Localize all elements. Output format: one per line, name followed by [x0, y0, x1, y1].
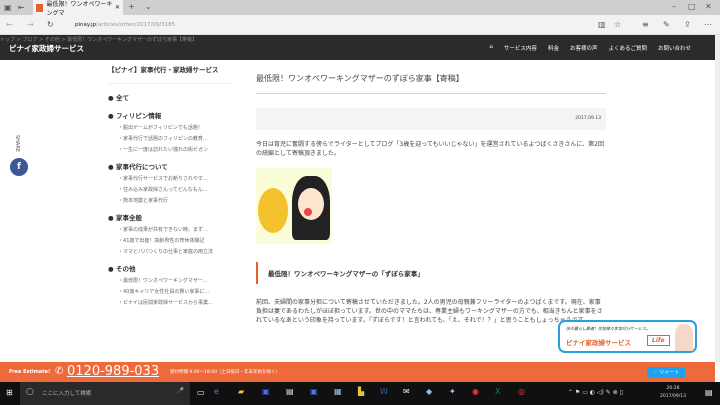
sidebar-link[interactable]: ・熊本地震と家事代行 — [118, 197, 232, 204]
site-favicon — [36, 3, 43, 12]
free-estimate-label: Free Estimate! — [9, 369, 51, 375]
sidebar-link[interactable]: ・一生に一度は訪れたい憧れの街ビガン — [118, 146, 232, 153]
app-icon[interactable]: ▣ — [262, 387, 270, 397]
minimize-icon[interactable]: – — [672, 2, 676, 12]
sidebar-link[interactable]: ・ママとパパつくりの仕事と家庭の両立法 — [118, 248, 232, 255]
sidebar-link[interactable]: ・最低限！ワンオペワーキングマザー... — [118, 277, 232, 284]
chrome-icon[interactable]: ◉ — [472, 387, 479, 397]
app-icon[interactable]: ▦ — [334, 387, 342, 397]
tweet-button[interactable]: 🐦ツイート — [647, 367, 686, 378]
system-tray-icons[interactable]: ⌃ ⚑ ▭ ◐ ◁) ✎ ⊗ ▯ — [568, 388, 623, 398]
edge-icon[interactable]: e — [214, 387, 219, 397]
sidebar-link[interactable]: ・住み込み家政婦さんってどんなもん... — [118, 186, 232, 193]
contact-footer: Free Estimate! ✆ 0120-989-033 受付時間 9:00～… — [0, 362, 715, 382]
back-icon[interactable]: ← — [6, 20, 13, 30]
sidebar-category[interactable]: ● 全て — [108, 92, 232, 102]
sidebar-category[interactable]: ● その他 — [108, 263, 232, 273]
sidebar-link[interactable]: ・家事代行で話題のフィリピンの教育... — [118, 135, 232, 142]
windows-start-icon[interactable]: ⊞ — [6, 388, 13, 398]
word-icon[interactable]: W — [380, 387, 388, 397]
new-tab-icon[interactable]: + — [128, 2, 135, 12]
hub-icon[interactable]: ≡ — [642, 20, 649, 30]
taskbar: ⊞ ○ ここに入力して検索 🎤 ▭ e ▰ ▣ ▤ ▣ ▦ ▙ W ✉ ◆ ✦ ◉ … — [0, 382, 720, 405]
nav-services[interactable]: サービス内容 — [504, 44, 537, 52]
service-banner[interactable]: 余の暮らし最適！住居様々家事代行サービス。 ピナイ家政婦サービス Life — [558, 320, 697, 353]
sidebar-link[interactable]: ・41歳で出産！高齢男性の育休体験記 — [118, 237, 232, 244]
banner-badge: Life — [647, 335, 670, 346]
scrollbar[interactable] — [715, 35, 720, 362]
chevron-down-icon[interactable]: ⌄ — [145, 2, 152, 12]
sidebar-link[interactable]: ・脱出ゲームがフィリピンでも話題！ — [118, 124, 232, 131]
sidebar-link[interactable]: ・家事の成果が共有できない時、まず... — [118, 226, 232, 233]
home-icon[interactable]: ⌂ — [489, 44, 493, 52]
sidebar-link[interactable]: ・40歳キャリア女性社員の賢い家事に... — [118, 288, 232, 295]
article-illustration — [256, 168, 332, 244]
notification-icon[interactable]: ▤ — [705, 388, 713, 398]
breadcrumb: トップ > ブログ > その他 > 最低限！ワンオペワーキングマザーのずぼら家事… — [0, 37, 197, 43]
article-date: 2017.09.13 — [256, 108, 606, 130]
share-widget: SHARE f — [10, 135, 30, 176]
app-icon[interactable]: ▣ — [310, 387, 318, 397]
article-title: 最低限！ワンオペワーキングマザーのずぼら家事【寄稿】 — [256, 66, 606, 94]
browser-tab-bar: ▣ ⇤ 最低限！ワンオペワーキングマ ✕ + ⌄ – □ ✕ — [0, 0, 720, 17]
nav-testimonials[interactable]: お客様の声 — [570, 44, 598, 52]
app-icon[interactable]: ◆ — [426, 387, 432, 397]
section-heading: 最低限！ワンオペワーキングマザーの「ずぼら家事」 — [256, 262, 606, 284]
taskbar-search[interactable]: ○ ここに入力して検索 🎤 — [20, 382, 190, 405]
sidebar-title: 【ピナイ】家事代行・家政婦サービス — [108, 66, 232, 84]
article: 最低限！ワンオペワーキングマザーのずぼら家事【寄稿】 2017.09.13 今日… — [256, 66, 606, 325]
microphone-icon: 🎤 — [177, 388, 184, 394]
site-header: トップ > ブログ > その他 > 最低限！ワンオペワーキングマザーのずぼら家事… — [0, 35, 715, 60]
tab-list-icon[interactable]: ▣ — [4, 3, 12, 13]
close-window-icon[interactable]: ✕ — [705, 2, 712, 12]
article-body: 前回、夫婦間の家事分担について寄稿させていただきました。2人の男児の母親兼フリー… — [256, 299, 603, 324]
excel-icon[interactable]: X — [495, 387, 500, 397]
nav-pricing[interactable]: 料金 — [548, 44, 559, 52]
file-explorer-icon[interactable]: ▰ — [238, 387, 244, 397]
app-icon[interactable]: ◎ — [518, 387, 525, 397]
mail-icon[interactable]: ✉ — [403, 387, 410, 397]
nav-contact[interactable]: お問い合わせ — [658, 44, 691, 52]
sidebar-category[interactable]: ● 家事全般 — [108, 212, 232, 222]
maximize-icon[interactable]: □ — [688, 2, 696, 12]
address-bar: ← → ↻ pinay.jp/articles/other/2017/09/31… — [0, 15, 720, 35]
task-view-icon[interactable]: ▭ — [197, 388, 205, 398]
site-logo[interactable]: ピナイ家政婦サービス — [9, 43, 84, 54]
phone-icon: ✆ — [55, 366, 64, 377]
banner-photo — [675, 324, 693, 351]
share-icon[interactable]: ⇪ — [684, 20, 691, 30]
sidebar: 【ピナイ】家事代行・家政婦サービス ● 全て ● フィリピン情報・脱出ゲームがフィ… — [108, 66, 232, 306]
sidebar-link[interactable]: ・家事代行サービスでお断りされやす... — [118, 175, 232, 182]
facebook-icon[interactable]: f — [10, 158, 28, 176]
set-aside-tabs-icon[interactable]: ⇤ — [18, 3, 25, 13]
url-field[interactable]: pinay.jp/articles/other/2017/09/3185 — [75, 22, 175, 28]
banner-brand: ピナイ家政婦サービス — [566, 339, 631, 347]
banner-tagline: 余の暮らし最適！住居様々家事代行サービス。 — [566, 326, 650, 331]
store-icon[interactable]: ▤ — [286, 387, 294, 397]
sidebar-category[interactable]: ● 家事代行について — [108, 161, 232, 171]
close-tab-icon[interactable]: ✕ — [115, 4, 120, 11]
app-icon[interactable]: ▙ — [358, 387, 364, 397]
forward-icon[interactable]: → — [27, 20, 34, 30]
business-hours: 受付時間 9:00～18:00（土日祝日・年末年始を除く） — [170, 370, 281, 375]
favorite-star-icon[interactable]: ☆ — [614, 20, 621, 30]
nav-faq[interactable]: よくあるご質問 — [608, 44, 647, 52]
sidebar-link[interactable]: ・ピナイは民間家政婦サービスから事業... — [118, 299, 232, 306]
browser-tab[interactable]: 最低限！ワンオペワーキングマ ✕ — [33, 0, 123, 17]
cortana-icon: ○ — [26, 387, 34, 397]
more-icon[interactable]: ⋯ — [704, 20, 712, 30]
reading-view-icon[interactable]: ▥ — [598, 20, 606, 30]
refresh-icon[interactable]: ↻ — [47, 20, 54, 30]
app-icon[interactable]: ✦ — [449, 387, 456, 397]
article-intro: 今日は育児に奮闘する傍らでライターとしてブログ「3歳を迎ってもいいじゃない」を運… — [256, 141, 604, 157]
phone-number-link[interactable]: 0120-989-033 — [67, 364, 159, 379]
clock[interactable]: 20:28 2017/09/13 — [660, 385, 686, 401]
sidebar-category[interactable]: ● フィリピン情報 — [108, 110, 232, 120]
web-note-icon[interactable]: ✎ — [663, 20, 670, 30]
share-label: SHARE — [14, 135, 20, 152]
